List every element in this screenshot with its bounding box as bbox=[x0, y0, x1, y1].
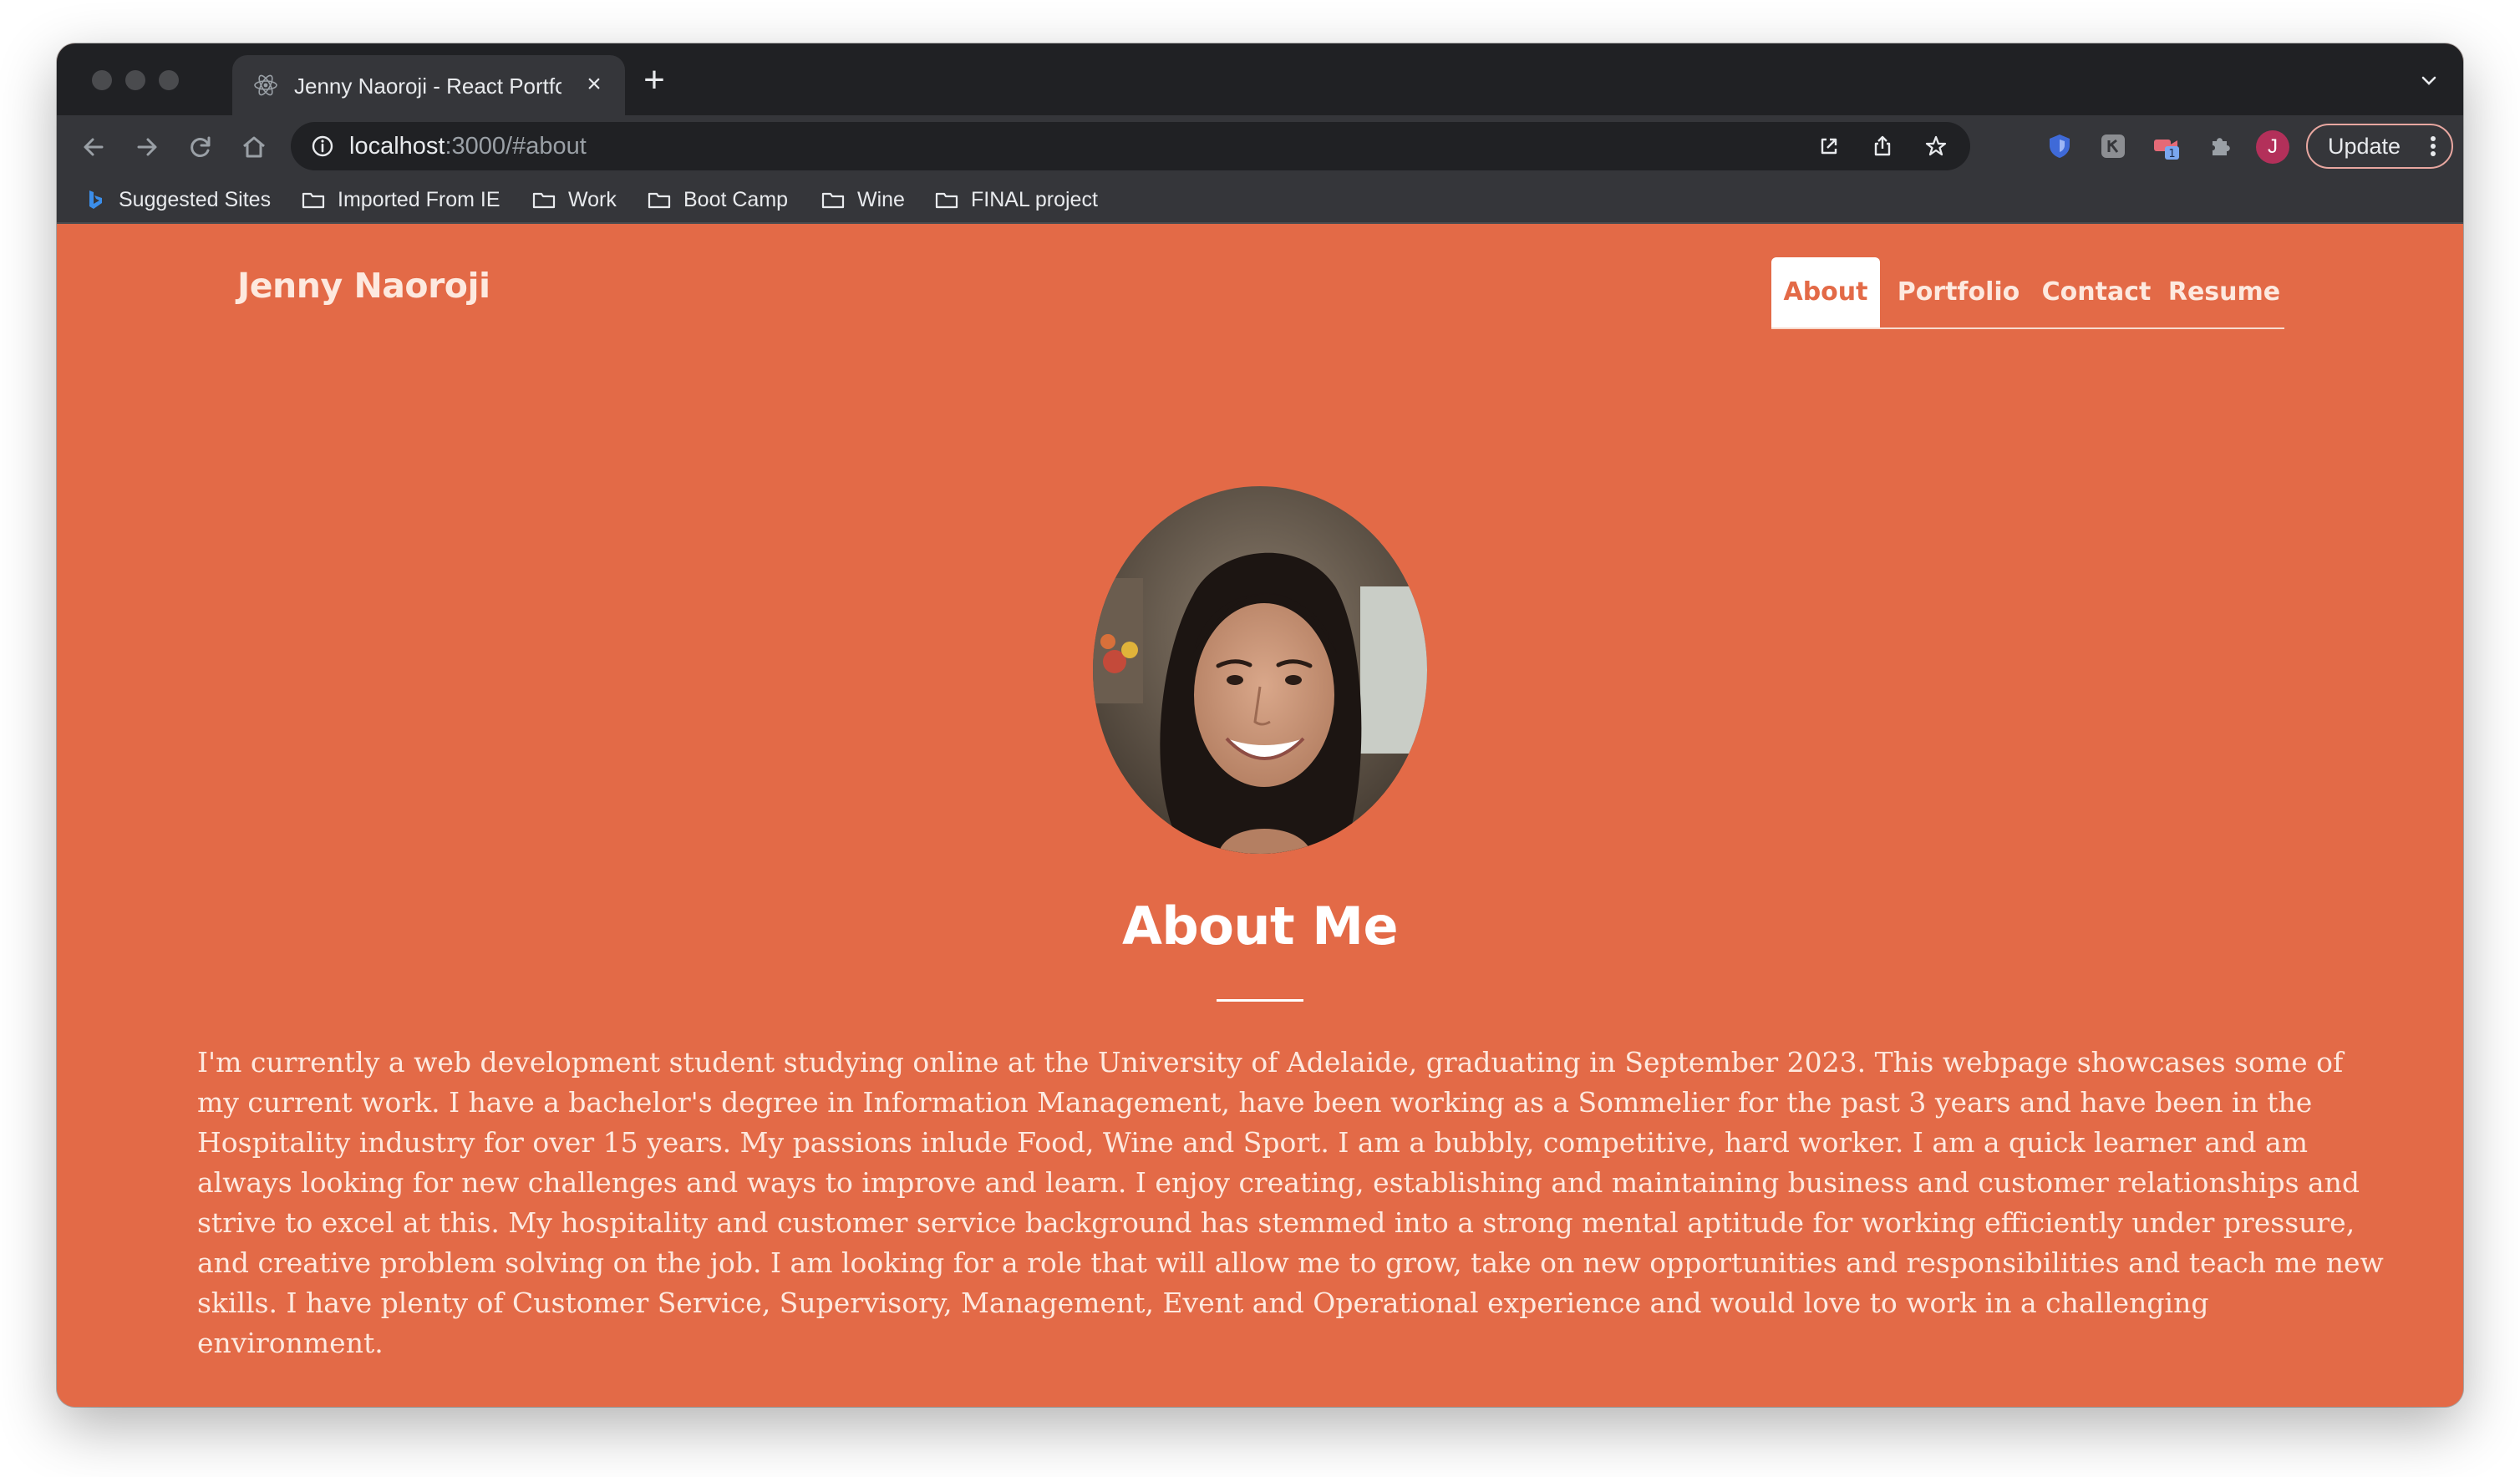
folder-icon bbox=[935, 192, 958, 209]
window-zoom-control[interactable] bbox=[159, 70, 179, 90]
window-minimize-control[interactable] bbox=[125, 70, 145, 90]
folder-icon bbox=[302, 192, 325, 209]
bookmark-work[interactable]: Work bbox=[531, 185, 617, 214]
folder-icon bbox=[648, 192, 671, 209]
tab-strip: Jenny Naoroji - React Portfolio × + bbox=[57, 43, 2463, 115]
extension-badge: 1 bbox=[2168, 148, 2175, 160]
bookmark-label: Imported From IE bbox=[338, 187, 500, 211]
site-brand[interactable]: Jenny Naoroji bbox=[237, 266, 490, 306]
nav-contact[interactable]: Contact bbox=[2032, 257, 2161, 327]
heading-divider bbox=[1217, 999, 1303, 1002]
bookmark-label: Boot Camp bbox=[683, 187, 789, 211]
home-icon[interactable] bbox=[237, 130, 271, 164]
bookmark-label: FINAL project bbox=[971, 187, 1098, 211]
address-bar[interactable]: localhost:3000/#about bbox=[291, 122, 1970, 170]
about-paragraph: I'm currently a web development student … bbox=[197, 1046, 2384, 1359]
nav-about[interactable]: About bbox=[1771, 257, 1880, 327]
bookmark-boot-camp[interactable]: Boot Camp bbox=[647, 185, 788, 214]
bookmark-imported-from-ie[interactable]: Imported From IE bbox=[301, 185, 500, 214]
browser-tab-active[interactable]: Jenny Naoroji - React Portfolio × bbox=[232, 55, 625, 115]
reload-icon[interactable] bbox=[184, 130, 217, 164]
url-host: localhost bbox=[349, 133, 445, 160]
site-nav: About Portfolio Contact Resume bbox=[1771, 257, 2284, 329]
about-heading: About Me bbox=[1121, 896, 1399, 957]
bookmark-star-icon[interactable] bbox=[1923, 134, 1948, 159]
folder-icon bbox=[532, 192, 556, 209]
forward-arrow-icon[interactable] bbox=[130, 130, 164, 164]
bookmarks-bar: Suggested Sites Imported From IE Work Bo… bbox=[57, 177, 2463, 224]
tab-title: Jenny Naoroji - React Portfolio bbox=[294, 74, 561, 99]
tab-close-button[interactable]: × bbox=[580, 70, 608, 99]
extension-tile-icon[interactable] bbox=[2099, 132, 2127, 160]
url-text[interactable]: localhost:3000/#about bbox=[349, 133, 587, 160]
update-label: Update bbox=[2328, 134, 2401, 159]
react-icon bbox=[254, 74, 277, 96]
share-icon[interactable] bbox=[1870, 134, 1895, 159]
back-arrow-icon[interactable] bbox=[77, 130, 110, 164]
bookmark-wine[interactable]: Wine bbox=[821, 185, 905, 214]
bookmark-label: Work bbox=[568, 187, 617, 211]
bookmark-final-project[interactable]: FINAL project bbox=[934, 185, 1098, 214]
portfolio-page: Jenny Naoroji About Portfolio Contact Re… bbox=[57, 226, 2463, 1407]
bookmark-label: Wine bbox=[857, 187, 905, 211]
nav-portfolio[interactable]: Portfolio bbox=[1892, 257, 2025, 327]
bookmark-suggested-sites[interactable]: Suggested Sites bbox=[82, 185, 271, 214]
more-options-icon bbox=[2431, 136, 2436, 156]
folder-icon bbox=[821, 192, 845, 209]
nav-resume[interactable]: Resume bbox=[2166, 257, 2283, 327]
url-path: :3000/#about bbox=[445, 133, 587, 160]
site-info-icon[interactable] bbox=[311, 135, 334, 158]
update-button[interactable]: Update bbox=[2306, 124, 2453, 169]
bookmark-label: Suggested Sites bbox=[119, 187, 272, 211]
new-tab-button[interactable]: + bbox=[633, 62, 675, 99]
shield-extension-icon[interactable] bbox=[2045, 132, 2074, 160]
bing-icon bbox=[89, 190, 102, 209]
profile-avatar[interactable]: J bbox=[2256, 130, 2289, 164]
screen-recorder-extension-icon[interactable]: 1 bbox=[2152, 132, 2181, 160]
browser-toolbar: localhost:3000/#about 1 bbox=[57, 115, 2463, 177]
profile-photo bbox=[1093, 486, 1427, 854]
tab-search-chevron-icon[interactable] bbox=[2416, 69, 2441, 94]
open-in-new-icon[interactable] bbox=[1816, 134, 1842, 159]
browser-window: Jenny Naoroji - React Portfolio × + loca… bbox=[57, 43, 2463, 1407]
puzzle-extensions-icon[interactable] bbox=[2206, 132, 2234, 160]
window-close-control[interactable] bbox=[92, 70, 112, 90]
